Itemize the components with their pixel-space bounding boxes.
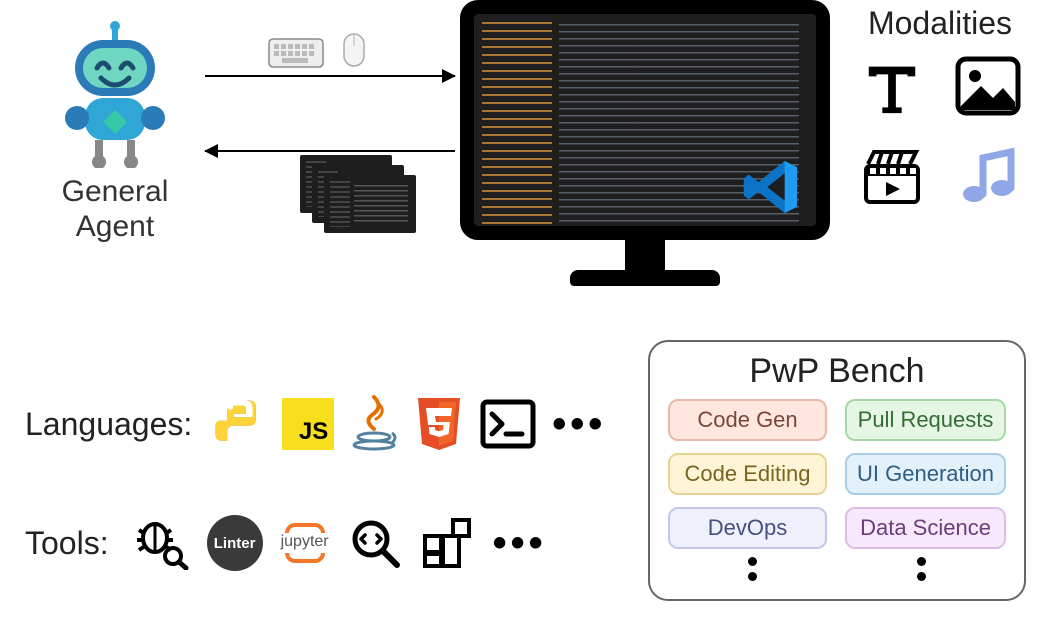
monitor-screen xyxy=(460,0,830,240)
modalities-block: Modalities xyxy=(856,5,1024,212)
screenshot-thumb xyxy=(324,175,416,233)
audio-icon xyxy=(952,140,1024,212)
debugger-icon xyxy=(131,516,189,570)
tools-label: Tools: xyxy=(25,525,109,562)
monitor-base xyxy=(570,270,720,286)
linter-icon: Linter xyxy=(207,515,263,571)
keyboard-icon xyxy=(268,38,324,68)
vertical-ellipsis-icon xyxy=(917,557,926,581)
video-icon xyxy=(856,140,928,212)
html5-icon xyxy=(414,396,464,452)
vscode-icon xyxy=(740,156,802,218)
chip-code-gen: Code Gen xyxy=(668,399,827,441)
monitor-stand xyxy=(625,240,665,270)
chip-data-science: Data Science xyxy=(845,507,1006,549)
ellipsis-icon: ••• xyxy=(552,414,606,434)
agent-label: General Agent xyxy=(55,175,175,244)
modalities-title: Modalities xyxy=(856,5,1024,42)
chip-ui-generation: UI Generation xyxy=(845,453,1006,495)
screenshot-stack-icon xyxy=(300,155,420,235)
java-icon xyxy=(350,395,398,453)
bench-ellipsis-row xyxy=(668,557,1006,581)
image-icon xyxy=(952,50,1024,122)
terminal-icon xyxy=(480,399,536,449)
diagram-canvas: General Agent xyxy=(0,0,1044,626)
jupyter-label: jupyter xyxy=(281,533,329,551)
chip-pull-requests: Pull Requests xyxy=(845,399,1006,441)
chip-devops: DevOps xyxy=(668,507,827,549)
jupyter-icon: jupyter xyxy=(281,523,329,563)
arrow-agent-to-computer xyxy=(205,75,455,77)
pwp-bench-box: PwP Bench Code Gen Pull Requests Code Ed… xyxy=(648,340,1026,601)
vertical-ellipsis-icon xyxy=(748,557,757,581)
extensions-icon xyxy=(421,516,475,570)
mouse-icon xyxy=(342,32,366,68)
bench-grid: Code Gen Pull Requests Code Editing UI G… xyxy=(668,399,1006,549)
ellipsis-icon: ••• xyxy=(493,533,547,553)
agent-label-line1: General xyxy=(55,175,175,210)
bench-title: PwP Bench xyxy=(668,352,1006,391)
code-search-icon xyxy=(347,515,403,571)
chip-code-editing: Code Editing xyxy=(668,453,827,495)
javascript-icon: JS xyxy=(282,398,334,450)
computer-monitor xyxy=(460,0,830,286)
languages-row: Languages: JS xyxy=(25,395,606,453)
robot-icon xyxy=(55,18,175,168)
editor-sidebar xyxy=(482,22,552,232)
arrow-computer-to-agent xyxy=(205,150,455,152)
text-icon xyxy=(856,50,928,122)
general-agent-block: General Agent xyxy=(55,18,175,244)
peripherals xyxy=(268,32,366,68)
tools-row: Tools: Linter jupyter xyxy=(25,515,547,571)
python-icon xyxy=(212,397,266,451)
languages-label: Languages: xyxy=(25,406,192,443)
agent-label-line2: Agent xyxy=(55,210,175,245)
